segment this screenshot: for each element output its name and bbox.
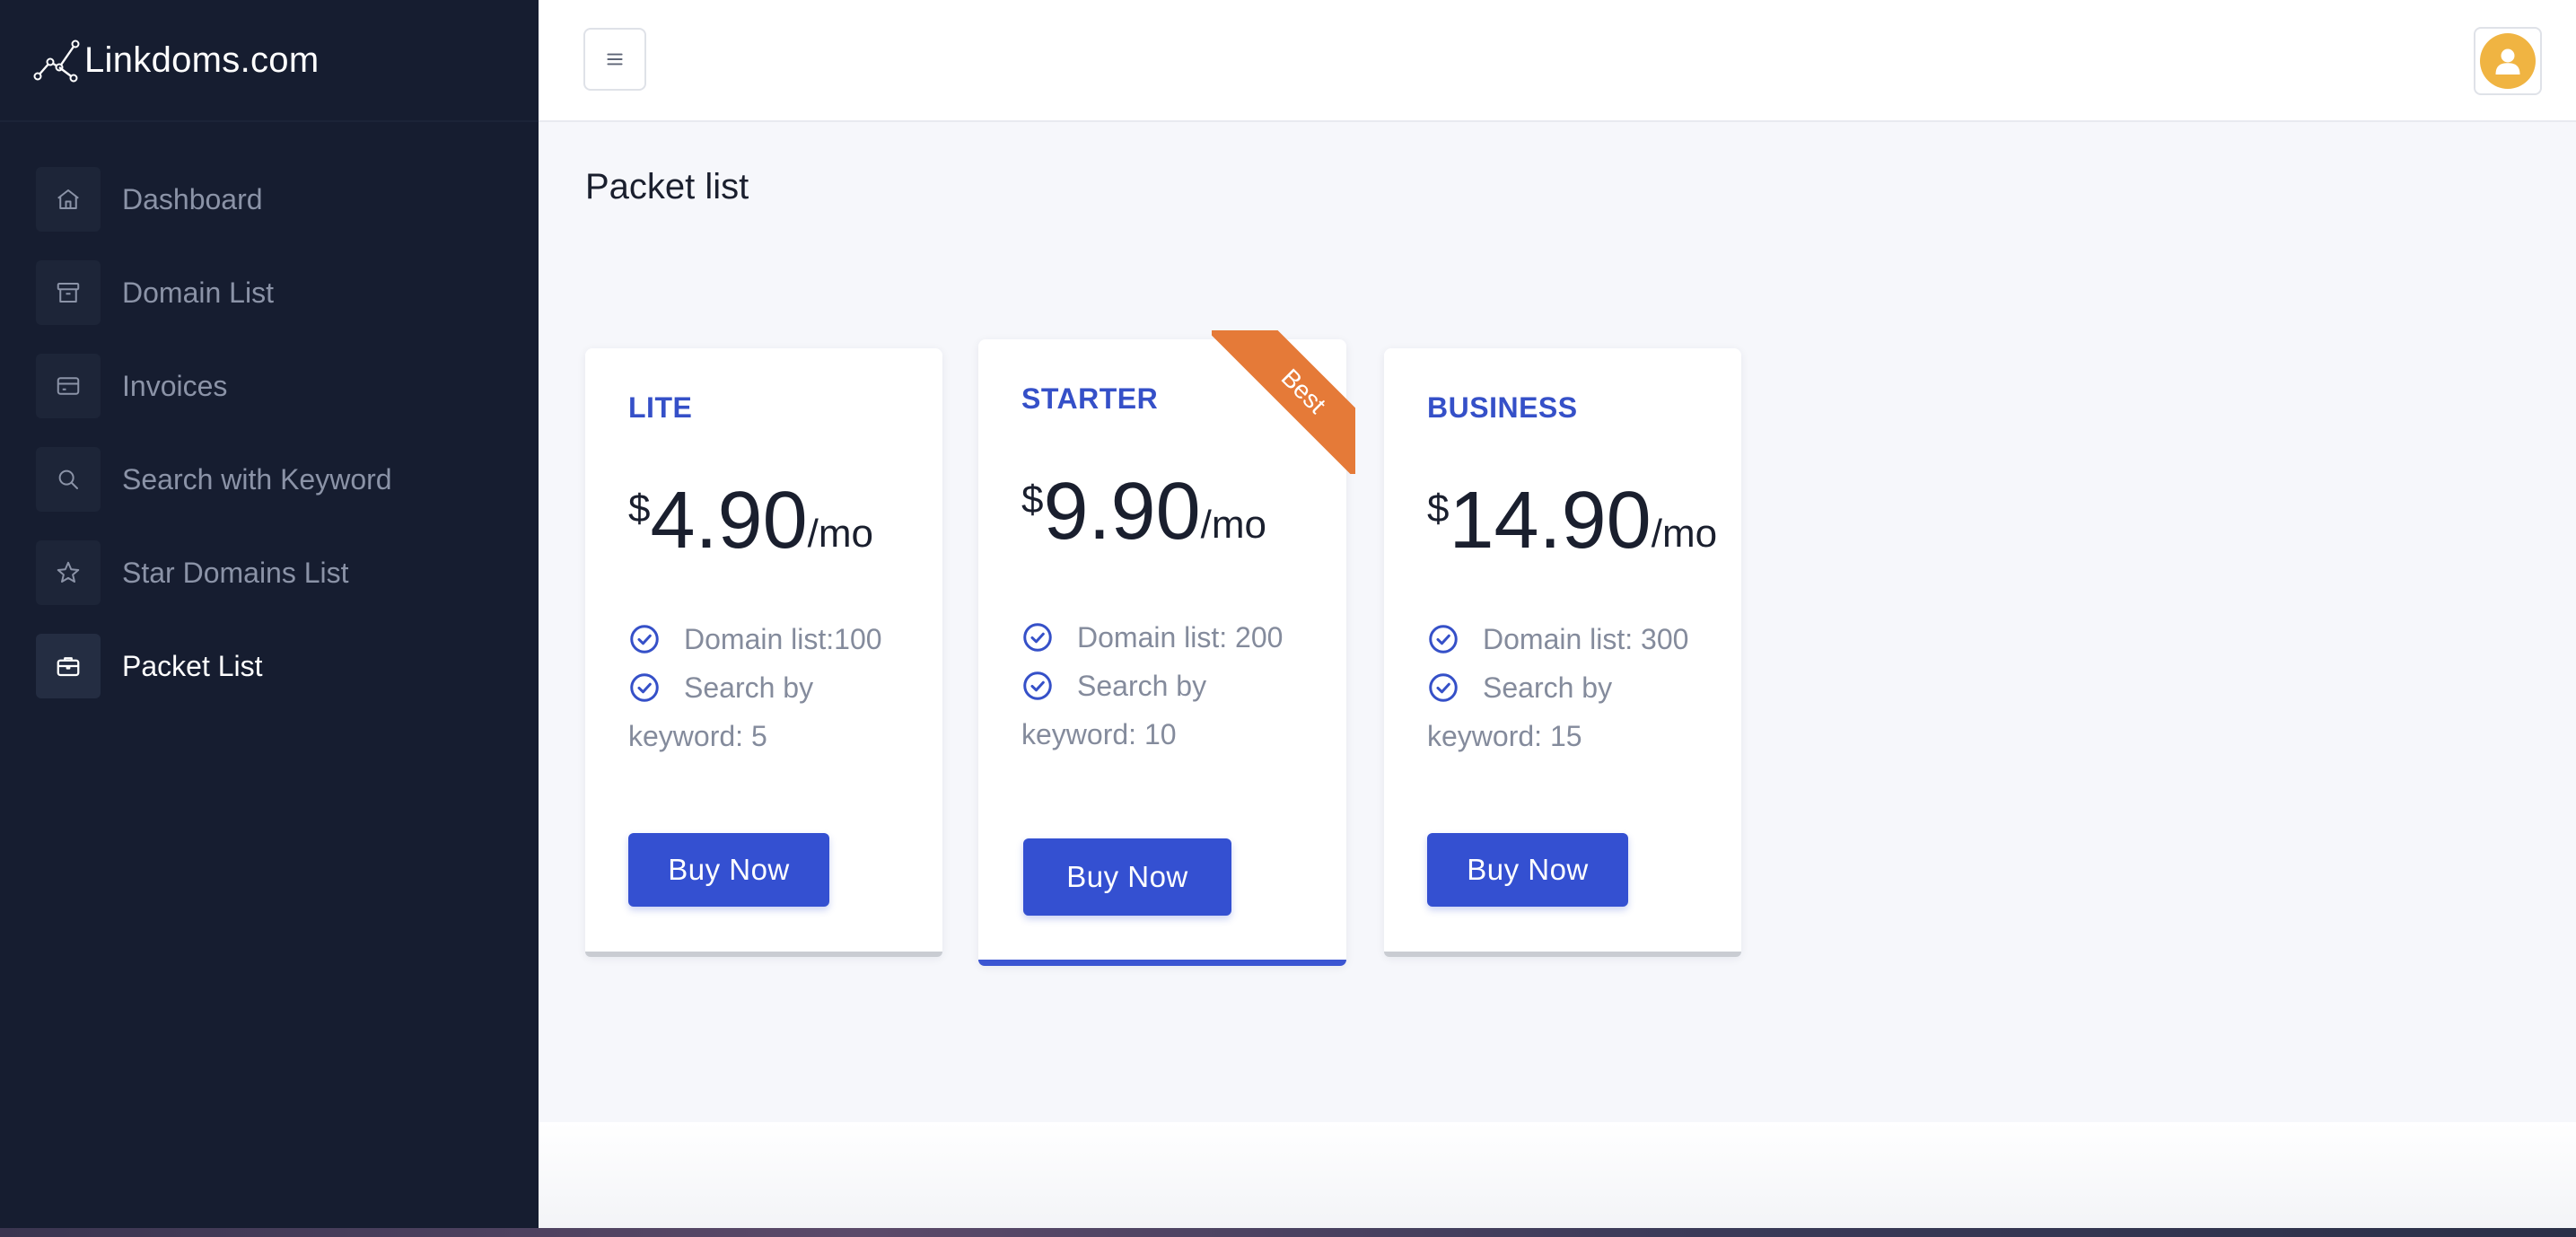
- feature-text: Domain list:100: [684, 623, 882, 655]
- plan-name: BUSINESS: [1427, 391, 1578, 424]
- plan-price: $ 9.90 /mo: [1021, 471, 1346, 552]
- check-circle-icon: [630, 673, 659, 702]
- price-currency: $: [1427, 487, 1450, 531]
- price-currency: $: [1021, 478, 1044, 522]
- sidebar-item-search-keyword[interactable]: Search with Keyword: [0, 447, 539, 512]
- feature-item: Search by keyword: 15: [1427, 663, 1723, 760]
- price-amount: 4.90: [650, 476, 808, 566]
- search-icon: [36, 447, 101, 512]
- feature-text: Domain list: 300: [1483, 623, 1689, 655]
- feature-item: Domain list: 300: [1427, 615, 1723, 663]
- sidebar-item-label: Star Domains List: [122, 556, 349, 589]
- user-avatar-icon: [2495, 48, 2520, 75]
- user-menu-button[interactable]: [2474, 27, 2542, 95]
- sidebar-item-packet-list[interactable]: Packet List: [0, 634, 539, 698]
- brand-name: Linkdoms.com: [84, 39, 320, 80]
- price-amount: 9.90: [1043, 467, 1201, 557]
- plan-card-lite: LITE $ 4.90 /mo Domain list:100 Search b…: [585, 348, 942, 957]
- feature-item: Search by keyword: 5: [628, 663, 924, 760]
- sidebar-item-label: Packet List: [122, 649, 263, 682]
- sidebar-nav: Dashboard Domain List Invoices Search wi…: [0, 167, 539, 698]
- feature-item: Domain list:100: [628, 615, 924, 663]
- plan-card-starter: STARTER $ 9.90 /mo Domain list: 200 Sear…: [978, 330, 1355, 966]
- chart-line-logo-icon: [33, 39, 80, 83]
- plan-features: Domain list:100 Search by keyword: 5: [628, 615, 924, 760]
- sidebar: Linkdoms.com Dashboard Domain List Invoi…: [0, 0, 539, 1228]
- sidebar-item-label: Domain List: [122, 276, 274, 309]
- hamburger-icon: [607, 53, 623, 66]
- star-icon: [36, 540, 101, 605]
- menu-toggle-button[interactable]: [583, 28, 646, 91]
- buy-now-button[interactable]: Buy Now: [628, 833, 829, 907]
- plan-name: LITE: [628, 391, 693, 424]
- price-period: /mo: [1200, 503, 1267, 547]
- sidebar-item-label: Invoices: [122, 369, 228, 402]
- plan-price: $ 4.90 /mo: [628, 480, 942, 561]
- briefcase-icon: [36, 634, 101, 698]
- check-circle-icon: [1023, 623, 1052, 652]
- price-currency: $: [628, 487, 651, 531]
- plan-features: Domain list: 300 Search by keyword: 15: [1427, 615, 1723, 760]
- archive-icon: [36, 260, 101, 325]
- check-circle-icon: [1429, 625, 1458, 654]
- buy-now-button[interactable]: Buy Now: [1427, 833, 1628, 907]
- check-circle-icon: [630, 625, 659, 654]
- sidebar-item-invoices[interactable]: Invoices: [0, 354, 539, 418]
- check-circle-icon: [1023, 671, 1052, 700]
- sidebar-item-star-domains[interactable]: Star Domains List: [0, 540, 539, 605]
- price-period: /mo: [1651, 512, 1718, 556]
- sidebar-item-label: Search with Keyword: [122, 462, 392, 496]
- best-ribbon: Best: [1212, 330, 1355, 474]
- card-bottom-border: [1384, 952, 1741, 957]
- check-circle-icon: [1429, 673, 1458, 702]
- main-content: Packet list LITE $ 4.90 /mo Domain list:…: [539, 0, 2576, 1228]
- page-title: Packet list: [585, 167, 749, 206]
- sidebar-item-domain-list[interactable]: Domain List: [0, 260, 539, 325]
- plan-features: Domain list: 200 Search by keyword: 10: [1021, 613, 1327, 759]
- plan-price: $ 14.90 /mo: [1427, 480, 1741, 561]
- card-bottom-border: [978, 960, 1346, 966]
- sidebar-item-label: Dashboard: [122, 182, 263, 215]
- home-icon: [36, 167, 101, 232]
- ribbon-container: Best: [1212, 330, 1355, 474]
- price-period: /mo: [807, 512, 874, 556]
- window-bottom-edge: [0, 1228, 2576, 1237]
- sidebar-item-dashboard[interactable]: Dashboard: [0, 167, 539, 232]
- topbar: [539, 0, 2576, 122]
- price-amount: 14.90: [1449, 476, 1652, 566]
- footer-area: [539, 1122, 2576, 1228]
- feature-item: Search by keyword: 10: [1021, 662, 1327, 759]
- feature-text: Domain list: 200: [1077, 621, 1284, 654]
- card-bottom-border: [585, 952, 942, 957]
- plan-card-business: BUSINESS $ 14.90 /mo Domain list: 300 Se…: [1384, 348, 1741, 957]
- credit-card-icon: [36, 354, 101, 418]
- buy-now-button[interactable]: Buy Now: [1023, 838, 1231, 916]
- brand[interactable]: Linkdoms.com: [0, 0, 539, 122]
- feature-item: Domain list: 200: [1021, 613, 1327, 662]
- avatar: [2480, 33, 2536, 89]
